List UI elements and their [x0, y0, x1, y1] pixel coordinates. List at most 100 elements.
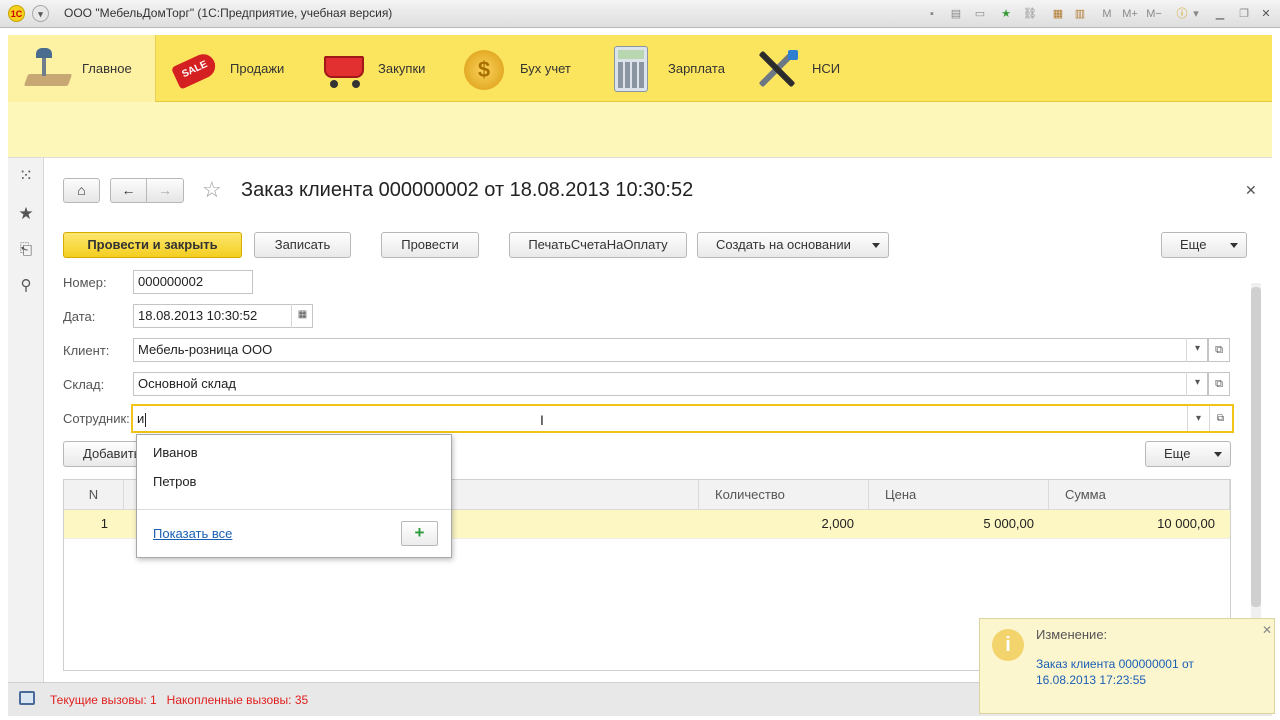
notification-caption: Изменение: [1036, 627, 1108, 642]
column-header-price[interactable]: Цена [869, 480, 1049, 510]
title-bar: 1С ▾ ООО "МебельДомТорг" (1С:Предприятие… [0, 0, 1280, 28]
show-all-link[interactable]: Показать все [153, 526, 232, 541]
close-form-icon[interactable]: ✕ [1245, 182, 1257, 199]
table-more-button[interactable]: Еще [1145, 441, 1231, 467]
1c-logo-icon[interactable]: 1С [8, 5, 25, 22]
calculator-small-icon[interactable]: ▥ [1072, 6, 1088, 22]
favorites-star-icon[interactable]: ★ [16, 204, 36, 224]
shopping-cart-icon [318, 44, 368, 94]
preview-icon[interactable]: ▭ [972, 6, 988, 22]
text-caret [145, 412, 147, 427]
section-label: Продажи [230, 61, 285, 76]
dropdown-item-ivanov[interactable]: Иванов [153, 445, 198, 460]
section-label: НСИ [812, 61, 841, 76]
post-and-close-button[interactable]: Провести и закрыть [63, 232, 242, 258]
calendar-icon[interactable]: ▦ [1050, 6, 1066, 22]
tools-icon [752, 44, 802, 94]
more-button[interactable]: Еще [1161, 232, 1247, 258]
info-icon: i [992, 629, 1024, 661]
left-toolbar: ⁙ ★ ⎗ ⚲ [8, 158, 44, 682]
row-price: 5 000,00 [983, 516, 1034, 531]
section-reference[interactable]: НСИ [752, 35, 892, 102]
more-label: Еще [1180, 237, 1207, 252]
client-label: Клиент: [63, 343, 110, 358]
create-based-on-button[interactable]: Создать на основании [697, 232, 889, 258]
column-header-quantity[interactable]: Количество [699, 480, 869, 510]
window-title: ООО "МебельДомТорг" (1С:Предприятие, уче… [64, 6, 393, 20]
warehouse-label: Склад: [63, 377, 105, 392]
employee-field[interactable]: и I ▾ ⧉ [131, 404, 1234, 433]
memory-m-minus-icon[interactable]: M− [1144, 6, 1164, 22]
section-label: Зарплата [668, 61, 725, 76]
close-window-icon[interactable]: ✕ [1258, 6, 1274, 22]
favorites-add-icon[interactable]: ★ [998, 6, 1014, 22]
chevron-down-icon [1230, 243, 1238, 248]
history-icon[interactable]: ⎗ [16, 240, 36, 260]
notification-document-link[interactable]: Заказ клиента 000000001 от 16.08.2013 17… [1036, 656, 1236, 688]
home-button[interactable]: ⌂ [63, 178, 100, 203]
scrollbar-thumb[interactable] [1251, 287, 1261, 607]
back-button[interactable]: ← [110, 178, 147, 203]
save-button[interactable]: Записать [254, 232, 351, 258]
section-purchases[interactable]: Закупки [318, 35, 458, 102]
memory-m-icon[interactable]: M [1100, 6, 1114, 22]
dropdown-divider [137, 509, 451, 510]
link-icon[interactable]: ⛓ [1022, 6, 1038, 22]
maximize-icon[interactable]: ❐ [1236, 6, 1252, 22]
sections-panel: Главное SALE Продажи Закупки $ Бух учет … [8, 35, 1272, 102]
calendar-picker-icon[interactable]: ▦ [291, 304, 313, 328]
number-label: Номер: [63, 275, 107, 290]
print-invoice-button[interactable]: ПечатьСчетаНаОплату [509, 232, 687, 258]
column-header-n[interactable]: N [64, 480, 124, 510]
forward-button[interactable]: → [146, 178, 184, 203]
post-button[interactable]: Провести [381, 232, 479, 258]
sale-tag-icon: SALE [170, 44, 220, 94]
number-field[interactable]: 000000002 [133, 270, 253, 294]
all-functions-grid-icon[interactable]: ⁙ [16, 166, 36, 186]
dropdown-item-petrov[interactable]: Петров [153, 474, 196, 489]
desk-lamp-icon [22, 44, 73, 94]
client-field[interactable]: Мебель-розница ООО ▾ [133, 338, 1208, 362]
functions-panel [8, 102, 1272, 158]
section-main[interactable]: Главное [8, 35, 156, 102]
section-accounting[interactable]: $ Бух учет [460, 35, 600, 102]
memory-m-plus-icon[interactable]: M+ [1120, 6, 1140, 22]
section-label: Бух учет [520, 61, 571, 76]
column-header-sum[interactable]: Сумма [1049, 480, 1230, 510]
main-menu-chevron-icon[interactable]: ▾ [32, 5, 49, 22]
employee-autocomplete-dropdown: Иванов Петров Показать все + [136, 434, 452, 558]
row-sum: 10 000,00 [1157, 516, 1215, 531]
client-value: Мебель-розница ООО [138, 342, 273, 357]
favorite-star-icon[interactable]: ☆ [202, 177, 222, 203]
close-notification-icon[interactable]: ✕ [1262, 623, 1272, 637]
date-field[interactable]: 18.08.2013 10:30:52 ▦ [133, 304, 313, 328]
section-label: Главное [82, 61, 132, 76]
warehouse-field[interactable]: Основной склад ▾ [133, 372, 1208, 396]
minimize-icon[interactable]: ▁ [1212, 6, 1228, 22]
add-new-employee-button[interactable]: + [401, 521, 438, 546]
change-notification: i Изменение: Заказ клиента 000000001 от … [979, 618, 1275, 714]
open-warehouse-icon[interactable]: ⧉ [1208, 372, 1230, 396]
plus-icon: + [414, 523, 425, 542]
section-sales[interactable]: SALE Продажи [170, 35, 310, 102]
chevron-down-icon [872, 243, 880, 248]
date-value: 18.08.2013 10:30:52 [138, 308, 258, 323]
save-icon[interactable]: ▪ [924, 6, 940, 22]
row-quantity: 2,000 [821, 516, 854, 531]
info-menu-chevron-icon[interactable]: ▾ [1188, 6, 1204, 22]
section-salary[interactable]: Зарплата [608, 35, 748, 102]
employee-label: Сотрудник: [63, 411, 130, 426]
chevron-down-icon [1214, 452, 1222, 457]
server-calls-icon[interactable] [19, 691, 35, 705]
employee-input-text: и [137, 411, 145, 426]
chevron-down-icon[interactable]: ▾ [1186, 372, 1208, 396]
search-icon[interactable]: ⚲ [16, 276, 36, 296]
open-employee-icon[interactable]: ⧉ [1209, 406, 1231, 431]
warehouse-value: Основной склад [138, 376, 236, 391]
print-icon[interactable]: ▤ [948, 6, 964, 22]
create-based-on-label: Создать на основании [716, 237, 851, 252]
chevron-down-icon[interactable]: ▾ [1187, 406, 1209, 431]
page-title: Заказ клиента 000000002 от 18.08.2013 10… [241, 179, 694, 201]
open-client-icon[interactable]: ⧉ [1208, 338, 1230, 362]
chevron-down-icon[interactable]: ▾ [1186, 338, 1208, 362]
